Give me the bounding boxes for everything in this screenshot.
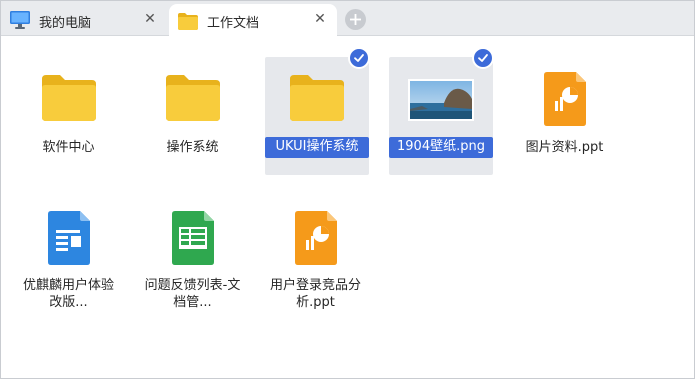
tab-label: 工作文档 bbox=[207, 16, 260, 31]
file-item[interactable]: 操作系统 bbox=[140, 57, 245, 177]
file-name: 操作系统 bbox=[166, 140, 219, 155]
plus-icon bbox=[349, 13, 362, 26]
checkmark-icon bbox=[348, 47, 370, 69]
image-thumbnail-icon bbox=[389, 57, 493, 137]
folder-icon bbox=[177, 11, 199, 31]
file-item-selected[interactable]: 1904壁纸.png bbox=[389, 47, 494, 175]
file-item-selected[interactable]: UKUI操作系统 bbox=[265, 47, 370, 175]
file-name: 1904壁纸.png bbox=[389, 137, 493, 158]
close-icon[interactable]: ✕ bbox=[142, 11, 158, 27]
document-file-icon bbox=[16, 197, 121, 277]
new-tab-button[interactable] bbox=[345, 9, 366, 30]
file-name: 图片资料.ppt bbox=[525, 140, 604, 155]
file-name: UKUI操作系统 bbox=[265, 137, 369, 158]
file-manager-window: 我的电脑 ✕ 工作文档 ✕ 软件中心 操作系统 UKUI操作系统 1904壁纸.… bbox=[0, 0, 695, 379]
file-grid: 软件中心 操作系统 UKUI操作系统 1904壁纸.png 图片资料.ppt 优… bbox=[1, 37, 694, 378]
folder-icon bbox=[265, 57, 369, 137]
close-icon[interactable]: ✕ bbox=[312, 11, 328, 27]
ppt-file-icon bbox=[512, 57, 617, 137]
folder-icon bbox=[140, 57, 245, 137]
file-item[interactable]: 问题反馈列表-文档管... bbox=[140, 197, 245, 327]
file-item[interactable]: 软件中心 bbox=[16, 57, 121, 177]
tab-work-docs[interactable]: 工作文档 ✕ bbox=[169, 4, 337, 37]
file-item[interactable]: 图片资料.ppt bbox=[512, 57, 617, 177]
file-name: 用户登录竞品分析.ppt bbox=[269, 278, 361, 310]
checkmark-icon bbox=[472, 47, 494, 69]
tab-my-computer[interactable]: 我的电脑 ✕ bbox=[1, 4, 166, 36]
file-name: 软件中心 bbox=[42, 140, 95, 155]
computer-icon bbox=[9, 10, 31, 30]
tab-bar: 我的电脑 ✕ 工作文档 ✕ bbox=[1, 1, 694, 37]
spreadsheet-file-icon bbox=[140, 197, 245, 277]
file-item[interactable]: 用户登录竞品分析.ppt bbox=[263, 197, 368, 327]
folder-icon bbox=[16, 57, 121, 137]
file-item[interactable]: 优麒麟用户体验改版... bbox=[16, 197, 121, 327]
file-name: 优麒麟用户体验改版... bbox=[22, 278, 114, 310]
tab-label: 我的电脑 bbox=[39, 16, 92, 31]
file-name: 问题反馈列表-文档管... bbox=[144, 278, 241, 310]
ppt-file-icon bbox=[263, 197, 368, 277]
